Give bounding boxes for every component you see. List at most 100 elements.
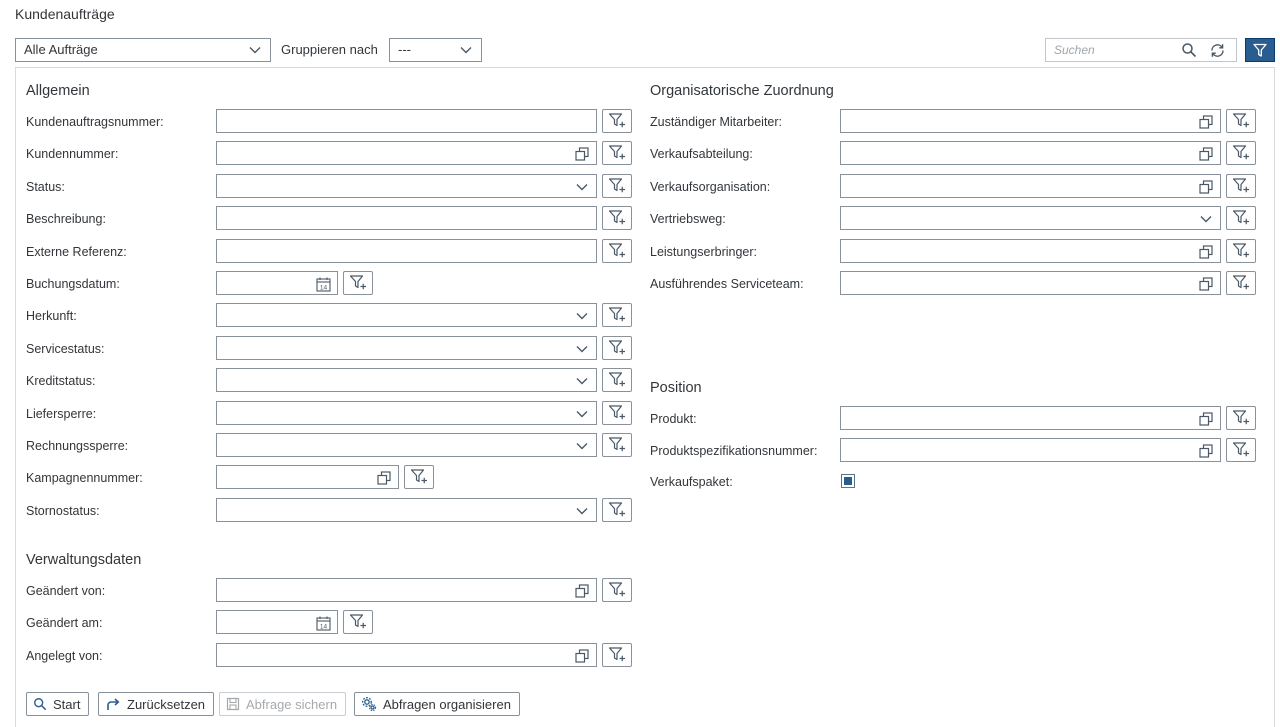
refresh-icon[interactable] xyxy=(1209,42,1226,64)
add-filter-button[interactable] xyxy=(602,400,632,425)
servicestatus-input[interactable] xyxy=(223,339,566,356)
value-help-icon[interactable] xyxy=(1198,179,1214,195)
value-help-icon[interactable] xyxy=(574,583,590,599)
add-filter-button[interactable] xyxy=(602,335,632,360)
add-filter-button[interactable] xyxy=(1226,206,1256,231)
reset-button[interactable]: Zurücksetzen xyxy=(98,692,215,716)
field-verkaufsorganisation xyxy=(840,173,1221,198)
verkaufsorganisation-input[interactable] xyxy=(847,177,1190,194)
verkaufsabteilung-input[interactable] xyxy=(847,145,1190,162)
add-filter-button[interactable] xyxy=(1226,406,1256,430)
field-status xyxy=(216,173,597,198)
add-filter-button[interactable] xyxy=(602,642,632,667)
add-filter-icon xyxy=(410,468,428,486)
search-input[interactable] xyxy=(1054,42,1172,58)
ausfuehrendes-serviceteam-input[interactable] xyxy=(847,275,1190,291)
value-help-icon[interactable] xyxy=(574,146,590,162)
value-help-icon[interactable] xyxy=(1198,411,1214,427)
kundennummer-input[interactable] xyxy=(223,145,566,162)
leistungserbringer-input[interactable] xyxy=(847,242,1190,259)
search-icon[interactable] xyxy=(1181,42,1197,63)
add-filter-button[interactable] xyxy=(1226,238,1256,263)
chevron-down-icon[interactable] xyxy=(574,308,590,324)
add-filter-icon xyxy=(608,404,626,422)
add-filter-icon xyxy=(608,306,626,324)
value-help-icon[interactable] xyxy=(1198,146,1214,162)
chevron-down-icon[interactable] xyxy=(574,438,590,454)
field-label-buchungsdatum: Buchungsdatum: xyxy=(26,277,120,291)
field-label-produktspezifikationsnummer: Produktspezifikationsnummer: xyxy=(650,444,818,459)
vertriebsweg-input[interactable] xyxy=(847,210,1190,227)
value-help-icon[interactable] xyxy=(1198,276,1214,292)
angelegt-von-input[interactable] xyxy=(223,646,566,663)
chevron-down-icon[interactable] xyxy=(574,179,590,195)
kampagnennummer-input[interactable] xyxy=(223,469,368,486)
add-filter-icon xyxy=(1232,177,1250,195)
filter-toggle-button[interactable] xyxy=(1245,38,1275,62)
chevron-down-icon[interactable] xyxy=(1198,211,1214,227)
add-filter-button[interactable] xyxy=(602,141,632,166)
add-filter-icon xyxy=(1232,209,1250,227)
organize-queries-button[interactable]: Abfragen organisieren xyxy=(354,692,520,716)
calendar-icon[interactable]: 14 xyxy=(315,615,331,631)
add-filter-button[interactable] xyxy=(602,497,632,522)
stornostatus-input[interactable] xyxy=(223,501,566,518)
field-label-geaendert-am: Geändert am: xyxy=(26,616,103,631)
chevron-down-icon[interactable] xyxy=(574,503,590,519)
field-produkt xyxy=(840,406,1221,430)
add-filter-button[interactable] xyxy=(1226,109,1256,133)
field-externe-referenz xyxy=(216,238,597,263)
externe-referenz-input[interactable] xyxy=(223,242,566,259)
add-filter-button[interactable] xyxy=(602,433,632,457)
view-select[interactable]: Alle Aufträge xyxy=(15,38,271,62)
geaendert-am-input[interactable] xyxy=(223,614,307,631)
value-help-icon[interactable] xyxy=(1198,114,1214,130)
add-filter-button[interactable] xyxy=(602,206,632,231)
start-button[interactable]: Start xyxy=(26,692,90,716)
verkaufspaket-checkbox[interactable] xyxy=(841,474,855,488)
value-help-icon[interactable] xyxy=(574,648,590,664)
buchungsdatum-input[interactable] xyxy=(223,275,307,291)
field-kundenauftragsnummer xyxy=(216,109,597,133)
save-query-button-label: Abfrage sichern xyxy=(246,696,338,712)
filter-icon xyxy=(1253,43,1267,57)
add-filter-button[interactable] xyxy=(1226,141,1256,166)
calendar-icon[interactable]: 14 xyxy=(315,276,331,292)
add-filter-button[interactable] xyxy=(1226,271,1256,295)
status-input[interactable] xyxy=(223,177,566,194)
add-filter-button[interactable] xyxy=(602,368,632,393)
value-help-icon[interactable] xyxy=(1198,244,1214,260)
produkt-input[interactable] xyxy=(847,410,1190,426)
chevron-down-icon[interactable] xyxy=(574,406,590,422)
field-label-kundenauftragsnummer: Kundenauftragsnummer: xyxy=(26,115,164,129)
group-by-label: Gruppieren nach xyxy=(281,42,378,57)
liefersperre-input[interactable] xyxy=(223,404,566,421)
field-stornostatus xyxy=(216,497,597,522)
add-filter-button[interactable] xyxy=(343,271,373,295)
group-by-select[interactable]: --- xyxy=(389,38,482,62)
geaendert-von-input[interactable] xyxy=(223,582,566,598)
chevron-down-icon[interactable] xyxy=(574,341,590,357)
add-filter-button[interactable] xyxy=(1226,438,1256,463)
add-filter-button[interactable] xyxy=(1226,173,1256,198)
rechnungssperre-input[interactable] xyxy=(223,437,566,453)
add-filter-button[interactable] xyxy=(404,465,434,490)
produktspezifikationsnummer-input[interactable] xyxy=(847,442,1190,459)
add-filter-button[interactable] xyxy=(602,109,632,133)
kundenauftragsnummer-input[interactable] xyxy=(223,113,566,129)
zustaendiger-mitarbeiter-input[interactable] xyxy=(847,113,1190,129)
herkunft-input[interactable] xyxy=(223,307,566,324)
add-filter-button[interactable] xyxy=(602,173,632,198)
save-query-button[interactable]: Abfrage sichern xyxy=(219,692,347,716)
value-help-icon[interactable] xyxy=(376,470,392,486)
add-filter-button[interactable] xyxy=(343,610,373,635)
chevron-down-icon[interactable] xyxy=(574,373,590,389)
add-filter-button[interactable] xyxy=(602,238,632,263)
beschreibung-input[interactable] xyxy=(223,210,566,227)
add-filter-button[interactable] xyxy=(602,578,632,602)
field-leistungserbringer xyxy=(840,238,1221,263)
value-help-icon[interactable] xyxy=(1198,443,1214,459)
kreditstatus-input[interactable] xyxy=(223,372,566,389)
add-filter-button[interactable] xyxy=(602,303,632,328)
field-ausfuehrendes-serviceteam xyxy=(840,271,1221,295)
